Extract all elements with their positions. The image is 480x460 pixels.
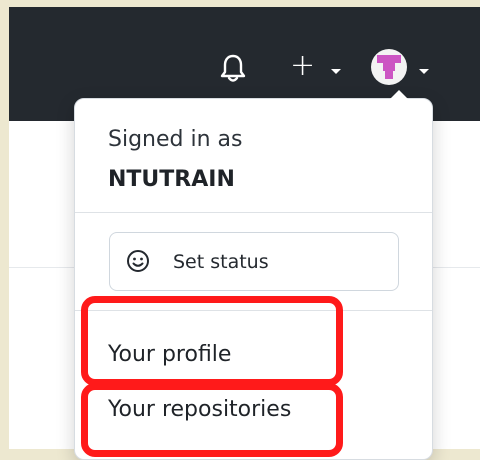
- set-status-button[interactable]: Set status: [109, 232, 399, 291]
- chevron-down-icon[interactable]: [331, 69, 341, 74]
- plus-icon[interactable]: +: [290, 51, 315, 81]
- username: NTUTRAIN: [108, 167, 235, 192]
- divider: [75, 212, 432, 213]
- highlight-box-repositories: [81, 383, 343, 457]
- avatar[interactable]: [371, 49, 407, 85]
- bell-icon[interactable]: [219, 53, 247, 83]
- avatar-identicon: [377, 55, 401, 79]
- smiley-icon: [127, 250, 149, 272]
- menu-pointer: [390, 90, 408, 99]
- set-status-label: Set status: [173, 251, 269, 273]
- highlight-box-profile: [81, 296, 343, 386]
- chevron-down-icon[interactable]: [419, 69, 429, 74]
- signed-in-label: Signed in as: [108, 127, 243, 152]
